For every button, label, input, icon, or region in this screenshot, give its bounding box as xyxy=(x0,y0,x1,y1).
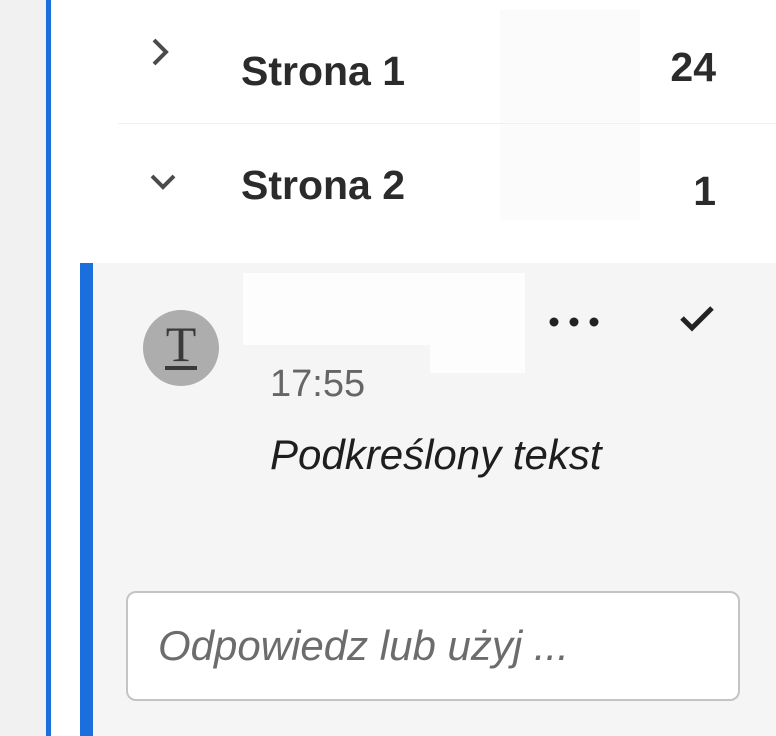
reply-input[interactable] xyxy=(126,591,740,701)
text-underline-icon: T xyxy=(165,316,197,372)
page-label: Strona 2 xyxy=(241,162,406,208)
page-row-1[interactable]: Strona 1 24 xyxy=(118,8,776,124)
comment-count: 24 xyxy=(670,44,716,90)
comment-text: Podkreślony tekst xyxy=(270,431,602,478)
comment-card[interactable]: T 17:55 Podkreślony tekst xyxy=(80,263,776,736)
checkmark-icon[interactable] xyxy=(678,303,716,338)
avatar: T xyxy=(143,310,219,386)
page-label: Strona 1 xyxy=(241,48,406,94)
more-horizontal-icon[interactable] xyxy=(546,303,602,340)
comment-time: 17:55 xyxy=(270,363,366,405)
active-comment-indicator xyxy=(80,263,93,736)
selection-indicator-line xyxy=(46,0,51,736)
chevron-down-icon[interactable] xyxy=(146,168,180,199)
left-panel-strip xyxy=(0,0,46,736)
page-row-2[interactable]: Strona 2 1 xyxy=(118,124,776,239)
author-name-redacted xyxy=(430,283,525,373)
comment-count: 1 xyxy=(693,168,716,214)
